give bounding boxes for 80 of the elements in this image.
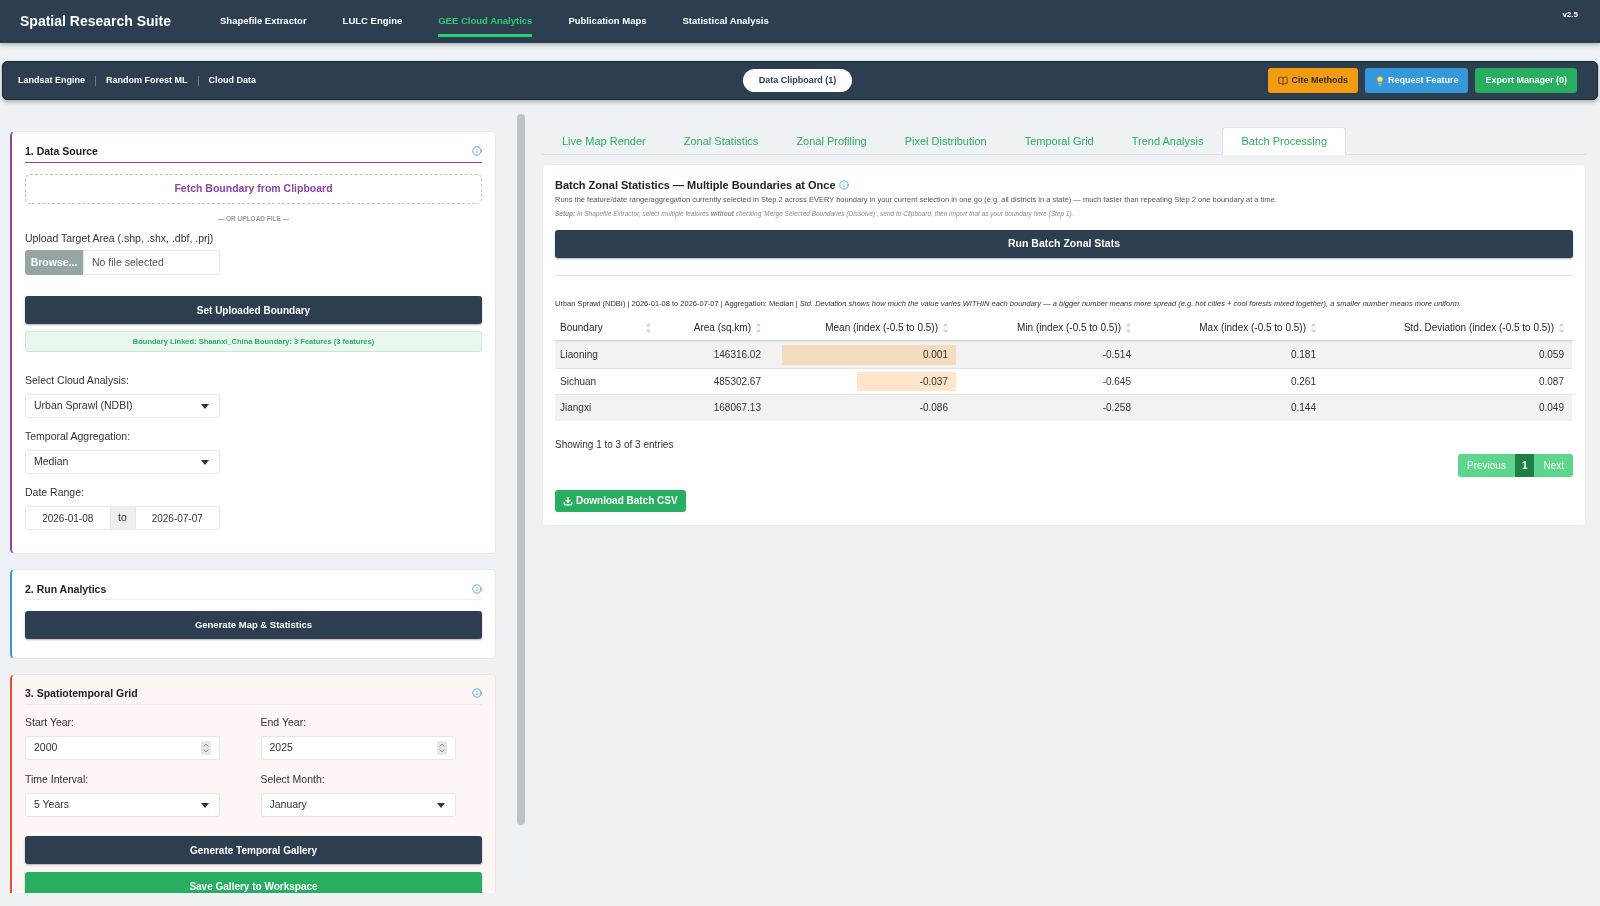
- info-icon[interactable]: [472, 584, 482, 594]
- table-cell: -0.258: [956, 395, 1139, 421]
- caret-icon: [201, 403, 209, 409]
- field-label: Select Cloud Analysis:: [25, 374, 130, 387]
- sort-icon: [756, 322, 761, 333]
- column-header[interactable]: Area (sq.km): [659, 315, 769, 340]
- table-cell: 0.144: [1139, 395, 1324, 421]
- set-boundary-button[interactable]: Set Uploaded Boundary: [25, 296, 482, 324]
- cell-value: -0.086: [919, 401, 948, 416]
- sort-icon: [943, 322, 948, 333]
- table-cell: -0.514: [956, 342, 1139, 368]
- gallery-button[interactable]: Generate Temporal Gallery: [25, 836, 482, 864]
- column-header[interactable]: Min (index (-0.5 to 0.5)): [956, 315, 1139, 340]
- panel-title: Batch Zonal Statistics — Multiple Boundaries at Once: [555, 178, 836, 192]
- column-header[interactable]: Mean (index (-0.5 to 0.5)): [769, 315, 956, 340]
- caret-icon: [436, 802, 445, 808]
- book-icon: [1278, 75, 1289, 86]
- nav-link[interactable]: Statistical Analysis: [682, 0, 769, 37]
- field-label: Temporal Aggregation:: [25, 430, 132, 443]
- date-field[interactable]: 2026-01-08: [25, 506, 111, 530]
- file-name-field[interactable]: No file selected: [83, 250, 220, 275]
- clipboard-button[interactable]: Data Clipboard (1): [742, 69, 853, 92]
- section-title: 1. Data Source: [25, 144, 98, 158]
- nav-link[interactable]: Shapefile Extractor: [220, 0, 307, 37]
- version-label: v2.5: [1562, 9, 1578, 21]
- sort-icon: [1311, 322, 1316, 333]
- stepper-icon[interactable]: [201, 741, 211, 755]
- table-cell: 0.181: [1139, 342, 1324, 368]
- sort-icon: [646, 322, 651, 333]
- nav-link[interactable]: Publication Maps: [568, 0, 647, 37]
- nav-link[interactable]: GEE Cloud Analytics: [438, 0, 533, 37]
- field-label: Upload Target Area (.shp, .shx, .dbf, .prj): [25, 232, 215, 245]
- stepper-icon[interactable]: [436, 741, 447, 755]
- entries-info: Showing 1 to 3 of 3 entries: [555, 437, 675, 451]
- range-separator: to: [110, 506, 135, 530]
- nav-link[interactable]: LULC Engine: [342, 0, 403, 37]
- cell-value: -0.037: [919, 374, 948, 389]
- app-title: Spatial Research Suite: [20, 12, 171, 31]
- run-batch-button[interactable]: Run Batch Zonal Stats: [555, 230, 1573, 258]
- sort-icon: [1559, 322, 1564, 333]
- number-field[interactable]: 2025: [260, 736, 456, 760]
- field-label: Select Month:: [260, 773, 326, 786]
- table-cell: Jiangxi: [555, 395, 659, 421]
- download-icon: [563, 495, 573, 506]
- date-field[interactable]: 2026-07-07: [134, 506, 220, 530]
- section-title: 2. Run Analytics: [25, 582, 107, 596]
- generate-map-button[interactable]: Generate Map & Statistics: [25, 611, 482, 639]
- info-icon[interactable]: [838, 180, 849, 190]
- dropdown[interactable]: Urban Sprawl (NDBI): [25, 394, 220, 418]
- table-cell: 0.059: [1324, 342, 1572, 368]
- dropdown[interactable]: 5 Years: [25, 793, 220, 817]
- column-header[interactable]: Boundary: [555, 315, 659, 340]
- dropdown[interactable]: Median: [25, 450, 220, 474]
- subnav-link[interactable]: Random Forest ML: [106, 73, 188, 88]
- cell-value: 0.001: [922, 348, 948, 363]
- scrollbar-thumb[interactable]: [517, 114, 525, 825]
- pagination-page[interactable]: 1: [1514, 453, 1535, 477]
- number-field[interactable]: 2000: [25, 736, 220, 760]
- lightbulb-icon: [1374, 75, 1385, 86]
- subnav-link[interactable]: Landsat Engine: [18, 73, 85, 88]
- section-title: 3. Spatiotemporal Grid: [25, 686, 138, 700]
- info-icon[interactable]: [472, 688, 482, 698]
- subnav-link[interactable]: Cloud Data: [208, 73, 257, 88]
- column-header[interactable]: Max (index (-0.5 to 0.5)): [1139, 315, 1324, 340]
- caret-icon: [201, 459, 209, 465]
- table-cell: 0.049: [1324, 395, 1572, 421]
- caret-icon: [201, 802, 209, 808]
- fetch-boundary-button[interactable]: Fetch Boundary from Clipboard: [25, 174, 482, 204]
- field-label: Date Range:: [25, 486, 85, 499]
- toolbar-button[interactable]: Cite Methods: [1268, 68, 1358, 93]
- table-cell: 168067.13: [659, 395, 769, 421]
- dropdown[interactable]: January: [260, 793, 456, 817]
- table-cell: Liaoning: [555, 342, 659, 368]
- field-label: Time Interval:: [25, 773, 90, 786]
- column-header[interactable]: Std. Deviation (index (-0.5 to 0.5)): [1324, 315, 1572, 340]
- field-label: End Year:: [260, 716, 308, 729]
- info-icon[interactable]: [472, 146, 482, 156]
- table-cell: 146316.02: [659, 342, 769, 368]
- field-label: Start Year:: [25, 716, 76, 729]
- sort-icon: [1126, 322, 1131, 333]
